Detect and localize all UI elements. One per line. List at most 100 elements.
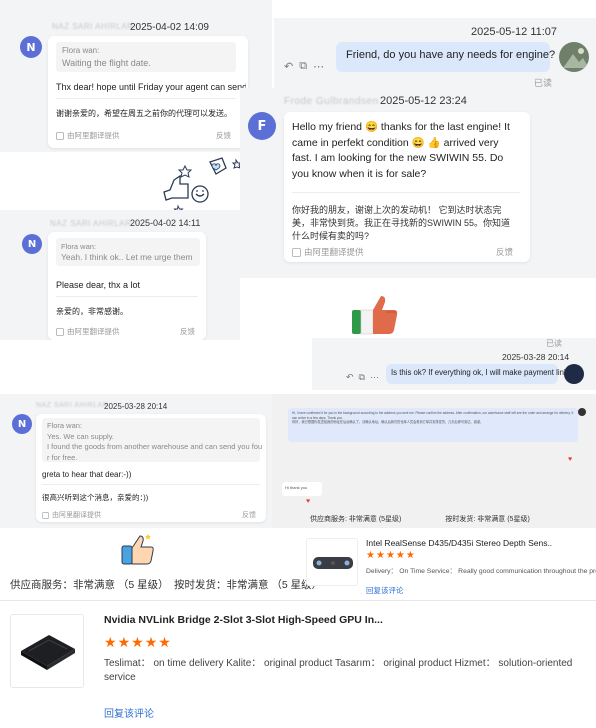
- quote-text: Waiting the flight date.: [62, 58, 151, 68]
- quoted-message: Flora wan: Waiting the flight date.: [56, 42, 236, 72]
- message-card: Flora wan: Yeah. I think ok.. Let me urg…: [48, 232, 206, 340]
- small-message: Hi thank you: [285, 485, 308, 490]
- reply-review-link[interactable]: 回复该评论: [104, 705, 154, 720]
- message-line: you know when it is for sale?: [292, 167, 427, 180]
- translate-icon: [42, 511, 49, 519]
- more-icon[interactable]: ⋯: [313, 60, 324, 73]
- sender-name: NAZ SARI AHIRLAR: [36, 402, 109, 409]
- chat-panel-4: N NAZ SARI AHIRLAR 2025-04-02 14:11 Flor…: [0, 210, 240, 340]
- translate-label: 由阿里翻译提供: [67, 131, 120, 140]
- divider: [56, 98, 236, 99]
- translation-line: 什么时候有卖的吗?: [292, 231, 370, 241]
- thumbs-up-clipart: [163, 157, 243, 212]
- avatar[interactable]: F: [248, 112, 276, 140]
- message-text: greta to hear that dear:-)): [42, 470, 132, 479]
- message-card: Flora wan: Yes. We can supply. I found t…: [36, 414, 266, 522]
- translation-credit: 由阿里翻译提供: [56, 130, 120, 141]
- sender-name: NAZ SARI AHIRLAR: [50, 219, 132, 228]
- translation-credit: 由阿里翻译提供: [42, 510, 101, 520]
- message-timestamp: 2025-05-12 11:07: [471, 26, 558, 38]
- quote-text: Yeah. I think ok.. Let me urge them: [61, 252, 193, 262]
- message-translation: 亲爱的，非常感谢。: [56, 307, 128, 316]
- feedback-link[interactable]: 反馈: [216, 130, 231, 141]
- star-icon: ★: [405, 550, 416, 561]
- product-thumbnail[interactable]: [306, 538, 358, 586]
- translate-icon: [292, 247, 301, 257]
- message-text: Is this ok? If everything ok, I will mak…: [391, 368, 568, 377]
- bubble-line: 你好，我已根据你发送给我的地址在后台确认了，请确认地址。确认后我们的仓库人员会看…: [292, 420, 484, 425]
- translation-line: 美，非常快到货。我正在寻找新的SWIWIN 55。你知道: [292, 218, 511, 228]
- product-title[interactable]: Nvidia NVLink Bridge 2-Slot 3-Slot High-…: [104, 614, 383, 626]
- on-time-shipping-rating: 按时发货：非常满意 （5 星级）: [174, 579, 323, 591]
- avatar[interactable]: N: [22, 234, 42, 254]
- outgoing-message-bubble: Is this ok? If everything ok, I will mak…: [386, 364, 568, 384]
- quote-icon[interactable]: ⧉: [359, 372, 365, 383]
- star-icon: ★: [395, 550, 406, 561]
- feedback-link[interactable]: 反馈: [242, 510, 256, 520]
- avatar[interactable]: [564, 364, 584, 384]
- feedback-link[interactable]: 反馈: [496, 246, 513, 258]
- message-timestamp: 2025-04-02 14:11: [130, 218, 201, 228]
- translate-icon: [56, 327, 64, 336]
- chat-panel-2: 2025-05-12 11:07 Friend, do you have any…: [274, 18, 596, 92]
- bubble-line: Hi, I have confirmed it for you in the b…: [292, 411, 574, 420]
- message-actions: ↶ ⧉ ⋯: [284, 60, 324, 73]
- star-icon: ★: [375, 550, 386, 561]
- review-line: service: [104, 672, 136, 683]
- review-line: Teslimat： on time delivery Kalite： origi…: [104, 658, 573, 669]
- divider: [42, 484, 260, 485]
- thumbs-up-clipart: [352, 296, 398, 335]
- divider: [0, 600, 596, 601]
- quote-icon[interactable]: ⧉: [299, 60, 307, 73]
- message-text: Friend, do you have any needs for engine…: [346, 49, 556, 61]
- chat-panel-1: N NAZ SARI AHIRLAR 2025-04-02 14:09 Flor…: [0, 0, 272, 152]
- reply-review-link[interactable]: 回复该评论: [366, 585, 404, 596]
- message-timestamp: 2025-03-28 20:14: [502, 352, 570, 362]
- message-line: came in perfekt condition 😄 👍 arrived ve…: [292, 136, 499, 149]
- avatar[interactable]: N: [20, 36, 42, 58]
- message-timestamp: 2025-04-02 14:09: [130, 22, 209, 33]
- quote-line: I found the goods from another warehouse…: [47, 442, 263, 451]
- status-line: 供应商服务: 非常满意 (5星级) 按时发货: 非常满意 (5星级): [310, 514, 530, 524]
- translation-line: 你好我的朋友，谢谢上次的发动机！ 它到达时状态完: [292, 205, 502, 215]
- more-icon[interactable]: ⋯: [370, 372, 379, 383]
- status-label: 按时发货: 非常满意 (5星级): [445, 516, 530, 523]
- message-translation: 谢谢亲爱的，希望在周五之前你的代理可以发送。: [56, 109, 232, 118]
- translate-label: 由阿里翻译提供: [67, 327, 120, 336]
- camera-device-icon: [313, 557, 353, 569]
- quoted-message: Flora wan: Yeah. I think ok.. Let me urg…: [56, 238, 200, 266]
- avatar: [578, 408, 586, 416]
- thumbs-up-clipart: [121, 534, 154, 565]
- outgoing-message-bubble: Friend, do you have any needs for engine…: [336, 42, 555, 72]
- quoted-message: Flora wan: Yes. We can supply. I found t…: [42, 418, 263, 462]
- avatar[interactable]: [559, 42, 589, 72]
- translate-label: 由阿里翻译提供: [52, 512, 101, 519]
- message-line: fast. I am looking for the new SWIWIN 55…: [292, 152, 504, 164]
- quote-author: Flora wan:: [47, 421, 83, 430]
- product-thumbnail[interactable]: [10, 614, 84, 688]
- message-translation: 很高兴听到这个消息，亲爱的：)): [42, 493, 149, 502]
- supplier-service-rating: 供应商服务：非常满意 （5 星级）: [10, 579, 169, 591]
- feedback-link[interactable]: 反馈: [180, 326, 195, 337]
- message-line: Hello my friend 😄 thanks for the last en…: [292, 121, 510, 133]
- translation-credit: 由阿里翻译提供: [56, 326, 120, 337]
- avatar[interactable]: N: [12, 414, 32, 434]
- quote-line: r for free.: [47, 452, 78, 462]
- star-icon: ★: [104, 634, 118, 650]
- sender-name: NAZ SARI AHIRLAR: [52, 22, 134, 31]
- sender-name: Frode Gulbrandsen: [284, 96, 379, 107]
- message-text: Please dear, thx a lot: [56, 280, 141, 290]
- address-confirmation-bubble: Hi, I have confirmed it for you in the b…: [288, 408, 578, 442]
- review-details: Teslimat： on time delivery Kalite： origi…: [104, 657, 572, 685]
- star-icon: ★: [366, 550, 376, 561]
- reply-icon[interactable]: ↶: [346, 372, 354, 383]
- rating-stars: ★★★★★: [366, 550, 416, 561]
- divider: [56, 296, 198, 297]
- message-timestamp: 2025-03-28 20:14: [104, 402, 168, 411]
- star-icon: ★: [117, 634, 132, 650]
- read-status: 已读: [546, 339, 562, 348]
- message-text: Thx dear! hope until Friday your agent c…: [56, 82, 246, 92]
- product-title[interactable]: Intel RealSense D435/D435i Stereo Depth …: [366, 538, 552, 548]
- reply-icon[interactable]: ↶: [284, 60, 293, 73]
- message-translation: 你好我的朋友，谢谢上次的发动机！ 它到达时状态完 美，非常快到货。我正在寻找新的…: [292, 204, 510, 243]
